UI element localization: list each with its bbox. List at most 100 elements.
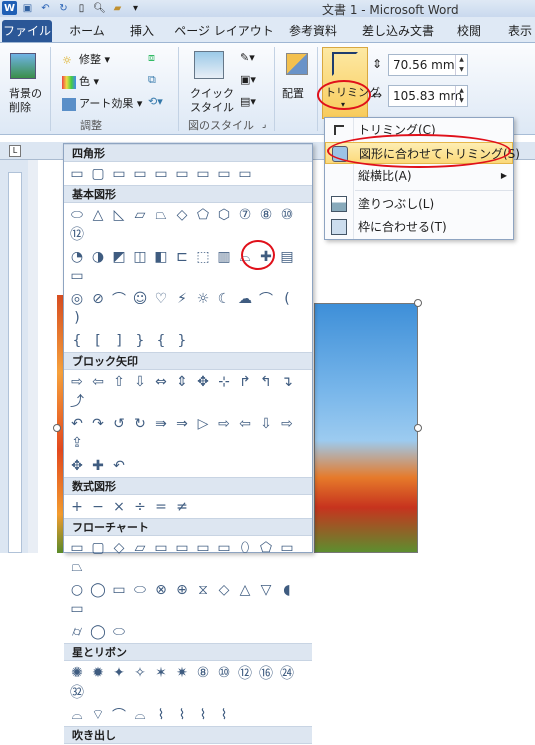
shape-option[interactable]: ⌓: [131, 706, 149, 723]
shape-option[interactable]: ⧖: [194, 581, 212, 598]
shape-option[interactable]: ↱: [236, 373, 254, 390]
shape-option[interactable]: ✺: [68, 664, 86, 681]
shape-option[interactable]: ⬠: [194, 206, 212, 223]
dialog-launcher-icon[interactable]: ⌟: [262, 120, 266, 130]
shape-option[interactable]: ÷: [131, 498, 149, 515]
shape-option[interactable]: ✚: [89, 457, 107, 474]
shape-option[interactable]: }: [131, 332, 149, 349]
shape-option[interactable]: ⌒: [110, 706, 128, 724]
shape-option[interactable]: ◇: [173, 206, 191, 223]
remove-background-button[interactable]: 背景の 削除: [4, 47, 44, 114]
customize-qat-icon[interactable]: ▾: [128, 1, 143, 15]
shape-option[interactable]: ↺: [110, 415, 128, 432]
shape-option[interactable]: ◇: [215, 581, 233, 598]
shape-option[interactable]: ⑫: [68, 225, 86, 243]
tab-mailings[interactable]: 差し込み文書: [355, 20, 441, 42]
width-input[interactable]: 105.83 mm ▲ ▼: [388, 85, 468, 107]
shape-option[interactable]: ▽: [257, 581, 275, 598]
shape-option[interactable]: ≠: [173, 498, 191, 515]
shape-option[interactable]: ⊗: [152, 581, 170, 598]
shape-option[interactable]: ◔: [68, 248, 86, 265]
shape-option[interactable]: ↶: [68, 415, 86, 432]
shape-option[interactable]: ⬚: [194, 248, 212, 265]
shape-option[interactable]: ⊹: [215, 373, 233, 390]
shape-option[interactable]: }: [173, 332, 191, 349]
shape-option[interactable]: ⚡: [173, 290, 191, 307]
picture-layout-icon[interactable]: ▤▾: [240, 95, 256, 108]
shape-option[interactable]: ⊏: [173, 248, 191, 265]
shape-option[interactable]: ▭: [236, 165, 254, 182]
shape-option[interactable]: ⇨: [68, 373, 86, 390]
shape-option[interactable]: ⌒: [257, 290, 275, 308]
shape-option[interactable]: ㉜: [68, 683, 86, 701]
menu-item-aspect-ratio[interactable]: 縦横比(A) ▶: [325, 165, 513, 187]
shape-option[interactable]: ▭: [173, 165, 191, 182]
height-input[interactable]: 70.56 mm ▲ ▼: [388, 54, 468, 76]
redo-icon[interactable]: ↻: [56, 1, 71, 15]
shape-option[interactable]: ⌇: [152, 706, 170, 723]
shape-option[interactable]: ✹: [89, 664, 107, 681]
shape-option[interactable]: ♡: [152, 290, 170, 307]
shape-option[interactable]: ⌓: [68, 706, 86, 723]
shape-option[interactable]: ⇦: [89, 373, 107, 390]
shape-option[interactable]: ⇦: [236, 415, 254, 432]
shape-option[interactable]: ↻: [131, 415, 149, 432]
shape-option[interactable]: ⇒: [173, 415, 191, 432]
shape-option[interactable]: ▱: [131, 539, 149, 556]
shape-option[interactable]: ⌒: [110, 290, 128, 308]
shape-option[interactable]: ◇: [110, 539, 128, 556]
shape-option[interactable]: ⇩: [131, 373, 149, 390]
shape-option[interactable]: ⌔: [89, 706, 107, 723]
shape-option[interactable]: ▭: [68, 539, 86, 556]
shape-option[interactable]: ⇪: [68, 434, 86, 451]
shape-option[interactable]: ▭: [131, 165, 149, 182]
resize-handle-top-right[interactable]: [414, 299, 422, 307]
shape-option[interactable]: ⬠: [257, 539, 275, 556]
shape-option[interactable]: ☼: [194, 290, 212, 307]
reset-picture-icon[interactable]: ⟲▾: [148, 95, 163, 108]
new-document-icon[interactable]: ▯: [74, 1, 89, 15]
shape-option[interactable]: ⬭: [68, 206, 86, 223]
shape-option[interactable]: ⑩: [278, 206, 296, 223]
shape-option[interactable]: ▭: [215, 539, 233, 556]
width-spinner[interactable]: ▲ ▼: [455, 86, 467, 106]
tab-insert[interactable]: 挿入: [122, 20, 162, 42]
change-picture-icon[interactable]: ⧉: [148, 73, 156, 87]
corrections-button[interactable]: ☼ 修整 ▾: [62, 51, 110, 67]
shape-option[interactable]: ▭: [110, 165, 128, 182]
shape-option[interactable]: ▭: [68, 267, 86, 284]
shape-option[interactable]: (: [278, 290, 296, 307]
shape-option[interactable]: ◩: [110, 248, 128, 265]
shape-option[interactable]: ◧: [152, 248, 170, 265]
resize-handle-right[interactable]: [414, 424, 422, 432]
shape-option[interactable]: ㉔: [278, 664, 296, 682]
open-icon[interactable]: ▰: [110, 1, 125, 15]
shape-option[interactable]: ◯: [89, 581, 107, 598]
shape-option[interactable]: ▤: [278, 248, 296, 265]
shape-option[interactable]: ⏢: [68, 558, 86, 575]
shape-option[interactable]: ◯: [89, 623, 107, 640]
picture-border-icon[interactable]: ✎▾: [240, 51, 255, 64]
shape-option[interactable]: △: [89, 206, 107, 223]
shape-option[interactable]: ): [68, 309, 86, 326]
shape-option[interactable]: ▭: [278, 539, 296, 556]
shape-option[interactable]: ▥: [215, 248, 233, 265]
shape-option[interactable]: ⌇: [215, 706, 233, 723]
color-button[interactable]: 色 ▾: [62, 73, 99, 89]
shape-option[interactable]: ✶: [152, 664, 170, 681]
shape-option[interactable]: ◫: [131, 248, 149, 265]
print-preview-icon[interactable]: 🔍︎: [92, 1, 107, 15]
shape-option[interactable]: ×: [110, 498, 128, 515]
shape-option[interactable]: ✥: [68, 457, 86, 474]
shape-option[interactable]: ⌭: [68, 623, 86, 640]
shape-option[interactable]: ▭: [152, 539, 170, 556]
shape-option[interactable]: ☾: [215, 290, 233, 307]
shape-option[interactable]: ⑯: [257, 664, 275, 682]
shape-option[interactable]: ▭: [68, 600, 86, 617]
shape-option[interactable]: ⌇: [194, 706, 212, 723]
shape-option[interactable]: ⤴: [68, 392, 86, 410]
height-spinner[interactable]: ▲ ▼: [455, 55, 467, 75]
shape-option[interactable]: ↷: [89, 415, 107, 432]
shape-option[interactable]: ◎: [68, 290, 86, 307]
tab-selector-icon[interactable]: L: [9, 145, 21, 157]
